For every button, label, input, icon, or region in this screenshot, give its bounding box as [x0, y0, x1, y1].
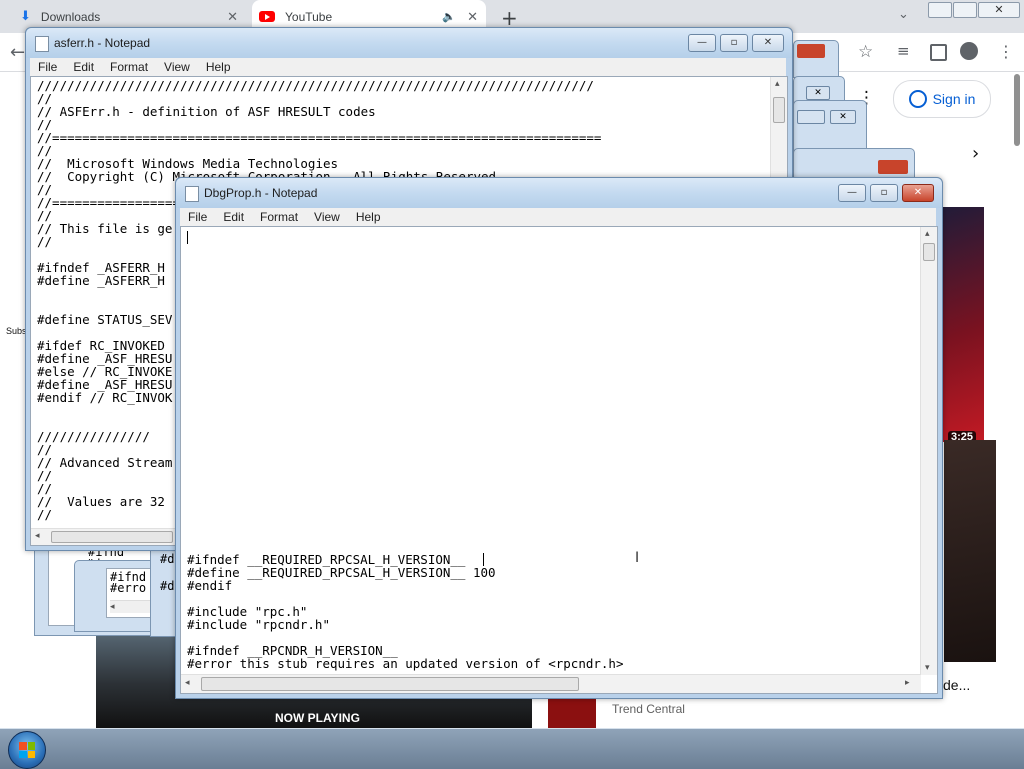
dbgprop-notepad-window[interactable]: DbgProp.h - Notepad — ▫ ✕ File Edit Form… — [175, 177, 943, 699]
scroll-left-arrow[interactable]: ◂ — [35, 531, 40, 541]
scrollbar-thumb[interactable] — [773, 97, 785, 123]
scrollbar-thumb[interactable] — [1014, 74, 1020, 146]
minimize-button[interactable]: — — [688, 34, 716, 52]
close-button[interactable]: ✕ — [902, 184, 934, 202]
close-browser-button[interactable]: ✕ — [978, 2, 1020, 18]
window-title: DbgProp.h - Notepad — [204, 186, 318, 200]
minimize-button[interactable]: — — [838, 184, 866, 202]
background-close-button[interactable]: ✕ — [830, 110, 856, 124]
horizontal-scrollbar[interactable]: ◂ ▸ — [181, 674, 921, 693]
close-tab-icon[interactable]: ✕ — [227, 9, 238, 25]
background-code-fragment: #d — [160, 552, 175, 566]
notepad-icon — [35, 36, 49, 52]
video-thumbnail[interactable] — [944, 440, 996, 662]
text-cursor — [187, 231, 188, 244]
bookmark-star-icon[interactable]: ☆ — [858, 42, 873, 62]
scrollbar-thumb[interactable] — [923, 243, 935, 261]
taskbar — [0, 728, 1024, 769]
menu-view[interactable]: View — [156, 60, 198, 74]
chevron-right-icon[interactable]: › — [972, 143, 979, 164]
menu-file[interactable]: File — [30, 60, 65, 74]
restore-browser-button[interactable] — [953, 2, 977, 18]
scrollbar-thumb[interactable] — [51, 531, 173, 543]
menu-edit[interactable]: Edit — [65, 60, 102, 74]
menu-bar: File Edit Format View Help — [30, 58, 786, 76]
menu-view[interactable]: View — [306, 210, 348, 224]
text-editor[interactable]: #ifndef __REQUIRED_RPCSAL_H_VERSION__ #d… — [180, 226, 938, 694]
windows-logo-icon — [19, 742, 35, 758]
scroll-up-arrow[interactable]: ▴ — [925, 229, 930, 239]
background-close-button[interactable] — [797, 44, 825, 58]
download-icon: ⬇ — [20, 9, 31, 24]
background-close-button[interactable]: ✕ — [806, 86, 830, 100]
profile-avatar-icon[interactable] — [960, 42, 978, 60]
maximize-button[interactable]: ▫ — [720, 34, 748, 52]
close-tab-icon[interactable]: ✕ — [467, 9, 478, 25]
tab-label: YouTube — [285, 9, 333, 24]
browser-menu-icon[interactable]: ⋮ — [998, 42, 1014, 61]
i-beam-cursor-icon: I — [635, 550, 640, 566]
minimize-browser-button[interactable] — [928, 2, 952, 18]
tab-search-icon[interactable]: ⌄ — [898, 7, 909, 22]
menu-help[interactable]: Help — [198, 60, 239, 74]
notepad-icon — [185, 186, 199, 202]
background-restore-button[interactable] — [797, 110, 825, 124]
sidebar-fragment[interactable]: Subs — [6, 326, 27, 336]
window-title: asferr.h - Notepad — [54, 36, 151, 50]
sign-in-button[interactable]: Sign in — [893, 80, 991, 118]
scroll-up-arrow[interactable]: ▴ — [775, 79, 780, 89]
sign-in-label: Sign in — [932, 91, 976, 107]
file-content: #ifndef __REQUIRED_RPCSAL_H_VERSION__ #d… — [187, 552, 624, 671]
scroll-right-arrow[interactable]: ▸ — [905, 678, 910, 688]
menu-file[interactable]: File — [180, 210, 215, 224]
speaker-icon[interactable]: 🔈 — [442, 10, 456, 23]
background-code-fragment: #d — [160, 579, 175, 593]
background-close-button[interactable] — [878, 160, 908, 174]
scroll-down-arrow[interactable]: ▾ — [925, 663, 930, 673]
background-code-fragment: #erro — [110, 581, 147, 595]
side-panel-icon[interactable] — [930, 44, 947, 61]
maximize-button[interactable]: ▫ — [870, 184, 898, 202]
text-cursor — [483, 553, 484, 566]
now-playing-label: NOW PLAYING — [275, 711, 360, 725]
scroll-left-arrow[interactable]: ◂ — [185, 678, 190, 688]
menu-format[interactable]: Format — [252, 210, 306, 224]
youtube-icon — [259, 11, 275, 22]
vertical-scrollbar[interactable]: ▴ ▾ — [920, 227, 937, 675]
media-control-icon[interactable]: ≡ — [897, 42, 910, 60]
menu-bar: File Edit Format View Help — [180, 208, 936, 226]
account-icon — [908, 90, 927, 108]
menu-help[interactable]: Help — [348, 210, 389, 224]
back-arrow-icon[interactable]: ← — [10, 42, 25, 63]
close-button[interactable]: ✕ — [752, 34, 784, 52]
scrollbar-thumb[interactable] — [201, 677, 579, 691]
start-button[interactable] — [8, 731, 46, 769]
tab-label: Downloads — [40, 9, 101, 24]
menu-edit[interactable]: Edit — [215, 210, 252, 224]
menu-format[interactable]: Format — [102, 60, 156, 74]
channel-name[interactable]: Trend Central — [612, 702, 685, 716]
video-title[interactable]: de... — [943, 677, 970, 693]
